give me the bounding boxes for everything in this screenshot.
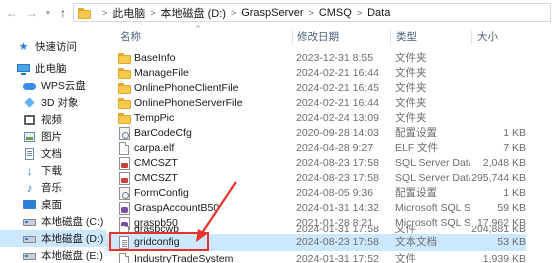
nav-item-label: 本地磁盘 (D:): [41, 233, 104, 245]
3d-objects-icon: [23, 97, 36, 109]
nav-item-label: 视频: [41, 114, 62, 126]
desktop-icon: [23, 199, 36, 211]
annotation-highlight-box: [109, 232, 209, 251]
arrow-up-icon[interactable]: ↑: [56, 6, 70, 20]
pictures-icon: [23, 131, 36, 143]
nav-item-label: 桌面: [41, 199, 62, 211]
chevron-right-icon[interactable]: >: [150, 8, 155, 18]
file-explorer-window: ← → ▼ ↑ > 此电脑 > 本地磁盘 (D:) > GraspServer …: [0, 0, 554, 263]
breadcrumb-item[interactable]: GraspServer: [241, 7, 303, 19]
config-file-icon: [119, 127, 130, 140]
download-icon: ↓: [26, 163, 33, 178]
sql-data-file-icon: [119, 172, 130, 185]
documents-icon: [23, 147, 36, 160]
arrow-left-icon[interactable]: ←: [5, 6, 19, 20]
column-header-date[interactable]: 修改日期: [297, 28, 339, 47]
column-divider[interactable]: [390, 30, 391, 45]
folder-icon: [118, 97, 131, 110]
nav-item-label: 图片: [41, 131, 62, 143]
arrow-right-icon[interactable]: →: [25, 6, 39, 20]
file-row[interactable]: IndustryTradeSystem 2024-01-31 17:52 文件 …: [106, 251, 526, 263]
nav-item-label: WPS云盘: [41, 80, 86, 92]
folder-icon: [118, 67, 131, 80]
nav-item-label: 快速访问: [35, 41, 77, 53]
chevron-right-icon[interactable]: >: [309, 8, 314, 18]
nav-item-label: 音乐: [41, 182, 62, 194]
file-size: 53 KB: [497, 236, 526, 248]
chevron-right-icon[interactable]: >: [102, 8, 107, 18]
nav-item-this-pc[interactable]: 此电脑: [0, 60, 106, 77]
file-icon: [119, 142, 129, 155]
breadcrumb-item[interactable]: CMSQ: [319, 7, 352, 19]
nav-item-3d-objects[interactable]: 3D 对象: [0, 94, 106, 111]
config-file-icon: [119, 187, 130, 200]
nav-item-videos[interactable]: 视频: [0, 111, 106, 128]
folder-icon: [118, 82, 131, 95]
nav-item-label: 文档: [41, 148, 62, 160]
file-name: IndustryTradeSystem: [134, 253, 234, 263]
music-icon: ♪: [26, 180, 33, 195]
breadcrumb-item[interactable]: Data: [367, 7, 390, 19]
chevron-down-icon[interactable]: ▼: [41, 7, 55, 21]
chevron-right-icon[interactable]: >: [357, 8, 362, 18]
file-icon: [119, 253, 129, 263]
navigation-pane: ★ 快速访问 此电脑 WPS云盘 3D 对象 视频 图片 文档 ↓ 下载 ♪ 音…: [0, 28, 106, 263]
nav-item-pictures[interactable]: 图片: [0, 128, 106, 145]
column-header-size[interactable]: 大小: [477, 28, 498, 47]
nav-item-label: 下载: [41, 165, 62, 177]
folder-icon: [118, 112, 131, 125]
computer-icon: [17, 63, 30, 75]
breadcrumb-item[interactable]: 此电脑: [112, 5, 145, 21]
address-bar: ← → ▼ ↑ > 此电脑 > 本地磁盘 (D:) > GraspServer …: [0, 0, 554, 28]
star-icon: ★: [18, 40, 29, 53]
cloud-icon: [23, 80, 36, 92]
nav-item-documents[interactable]: 文档: [0, 145, 106, 162]
nav-item-downloads[interactable]: ↓ 下载: [0, 162, 106, 179]
database-file-icon: [119, 202, 130, 215]
nav-item-desktop[interactable]: 桌面: [0, 196, 106, 213]
column-divider[interactable]: [471, 30, 472, 45]
file-date: 2024-01-31 17:52: [296, 253, 379, 263]
nav-item-drive-d[interactable]: 本地磁盘 (D:): [0, 230, 106, 247]
nav-item-label: 3D 对象: [41, 97, 79, 109]
nav-item-music[interactable]: ♪ 音乐: [0, 179, 106, 196]
folder-icon: [118, 52, 131, 65]
video-icon: [23, 114, 36, 126]
nav-item-drive-e[interactable]: 本地磁盘 (E:): [0, 247, 106, 263]
file-type: 文本文档: [395, 236, 437, 248]
nav-item-drive-c[interactable]: 本地磁盘 (C:): [0, 213, 106, 230]
drive-icon: [23, 216, 36, 228]
chevron-right-icon[interactable]: >: [231, 8, 236, 18]
column-header-type[interactable]: 类型: [396, 28, 417, 47]
sort-ascending-icon: ^: [196, 24, 200, 33]
nav-item-label: 本地磁盘 (E:): [41, 250, 103, 262]
sql-data-file-icon: [119, 157, 130, 170]
file-type: 文件: [395, 253, 416, 263]
nav-item-label: 此电脑: [35, 63, 67, 75]
nav-item-wps-cloud[interactable]: WPS云盘: [0, 77, 106, 94]
file-date: 2024-08-23 17:58: [296, 236, 379, 248]
file-size: 1,939 KB: [482, 253, 526, 263]
nav-item-quick-access[interactable]: ★ 快速访问: [0, 38, 106, 55]
drive-icon: [23, 233, 36, 245]
column-divider[interactable]: [292, 30, 293, 45]
breadcrumb-item[interactable]: 本地磁盘 (D:): [161, 5, 226, 21]
column-header-name[interactable]: 名称: [120, 28, 141, 47]
folder-icon: [78, 7, 92, 19]
nav-item-label: 本地磁盘 (C:): [41, 216, 104, 228]
drive-icon: [23, 250, 36, 262]
breadcrumb[interactable]: > 此电脑 > 本地磁盘 (D:) > GraspServer > CMSQ >…: [73, 3, 551, 22]
